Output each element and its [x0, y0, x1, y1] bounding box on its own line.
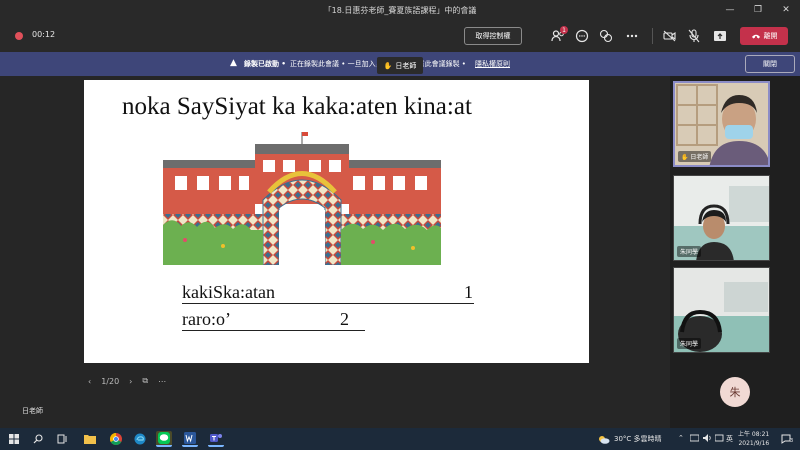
phone-hangup-icon — [751, 34, 760, 39]
window-title: 「18.日惠芬老師_賽夏族語課程」中的會議 — [323, 5, 477, 15]
search-icon[interactable] — [30, 431, 46, 447]
edge-icon[interactable] — [132, 431, 148, 447]
breakout-rooms-icon[interactable] — [598, 28, 614, 44]
vocab-row: kakiSka:atan 1 — [182, 282, 474, 304]
meeting-timer: 00:12 — [32, 30, 56, 39]
warning-icon: ▲ — [230, 58, 237, 68]
vocab-row: raro:o’ 2 — [182, 308, 365, 331]
take-control-button[interactable]: 取得控制權 — [464, 27, 522, 45]
mic-off-icon[interactable] — [686, 28, 702, 44]
participant-tile[interactable]: ✋ 日老師 — [673, 81, 770, 167]
next-slide-icon[interactable]: › — [129, 377, 132, 386]
grid-view-icon[interactable]: ⧉ — [142, 376, 148, 386]
participant-avatar[interactable]: 朱 — [720, 377, 750, 407]
participant-tile[interactable]: 朱同學 — [673, 267, 770, 353]
window-title-bar: 「18.日惠芬老師_賽夏族語課程」中的會議 — ❐ ✕ — [0, 0, 800, 20]
presenter-name: 日老師 — [22, 407, 43, 415]
leave-button[interactable]: 離開 — [740, 27, 788, 45]
word-icon[interactable] — [182, 431, 198, 447]
recording-indicator-icon — [15, 32, 23, 40]
notification-count: 3 — [790, 438, 794, 444]
presentation-slide: noka SaySiyat ka kaka:aten kina:at kakiS… — [84, 80, 589, 363]
chrome-icon[interactable] — [108, 431, 124, 447]
privacy-policy-link[interactable]: 隱私權原則 — [475, 59, 510, 69]
line-app-icon[interactable] — [156, 431, 172, 447]
close-window-icon[interactable]: ✕ — [772, 0, 800, 20]
window-controls: — ❐ ✕ — [716, 0, 800, 20]
vocab-number: 1 — [464, 282, 473, 302]
share-screen-icon[interactable] — [712, 28, 728, 44]
weather-widget[interactable]: 30°C 多雲時晴 — [598, 434, 662, 444]
vocab-number: 2 — [340, 309, 349, 329]
toolbar-divider — [652, 28, 653, 44]
meeting-toolbar: 00:12 取得控制權 1 離開 — [0, 20, 800, 52]
active-speaker-tooltip: ✋ 日老師 — [377, 57, 423, 74]
participant-name: ✋ 日老師 — [678, 151, 712, 162]
banner-title: 錄製已啟動 • — [244, 60, 286, 68]
file-explorer-icon[interactable] — [82, 431, 98, 447]
slide-more-icon[interactable]: ⋯ — [158, 377, 166, 386]
maximize-icon[interactable]: ❐ — [744, 0, 772, 20]
prev-slide-icon[interactable]: ‹ — [88, 377, 91, 386]
participants-badge: 1 — [560, 26, 568, 34]
school-building-illustration — [163, 132, 441, 265]
banner-close-button[interactable]: 關閉 — [745, 55, 795, 73]
tray-chevron-icon[interactable]: ⌃ — [678, 434, 684, 442]
participant-name: 朱同學 — [677, 246, 702, 257]
network-icon[interactable] — [689, 434, 700, 444]
volume-icon[interactable] — [703, 434, 712, 444]
raised-hand-icon: ✋ — [383, 61, 393, 70]
clock-date: 2021/9/16 — [738, 440, 770, 447]
camera-off-icon[interactable] — [662, 28, 678, 44]
speaker-name: 日老師 — [395, 61, 417, 70]
more-actions-icon[interactable] — [624, 28, 640, 44]
slide-page-indicator: 1/20 — [101, 376, 120, 386]
participant-name: 朱同學 — [677, 338, 702, 349]
slide-title: noka SaySiyat ka kaka:aten kina:at — [122, 93, 472, 120]
vocab-label: raro:o’ — [182, 309, 231, 329]
teams-icon[interactable] — [208, 431, 224, 447]
weather-text: 30°C 多雲時晴 — [614, 435, 662, 443]
participant-tile[interactable]: 朱同學 — [673, 175, 770, 261]
weather-cloud-icon — [599, 435, 610, 444]
leave-label: 離開 — [763, 32, 778, 40]
taskbar-clock[interactable]: 上午 08:21 2021/9/16 — [738, 430, 769, 448]
slide-navigation: ‹ 1/20 › ⧉ ⋯ — [88, 376, 166, 386]
vocab-label: kakiSka:atan — [182, 282, 275, 302]
clock-time: 上午 08:21 — [738, 431, 770, 438]
task-view-icon[interactable] — [54, 431, 70, 447]
input-language[interactable]: 英 — [726, 434, 733, 444]
battery-icon[interactable] — [714, 434, 724, 444]
windows-start-icon[interactable] — [6, 431, 22, 447]
chat-icon[interactable] — [574, 28, 590, 44]
minimize-icon[interactable]: — — [716, 0, 744, 20]
windows-taskbar: 30°C 多雲時晴 ⌃ 英 上午 08:21 2021/9/16 3 — [0, 428, 800, 450]
